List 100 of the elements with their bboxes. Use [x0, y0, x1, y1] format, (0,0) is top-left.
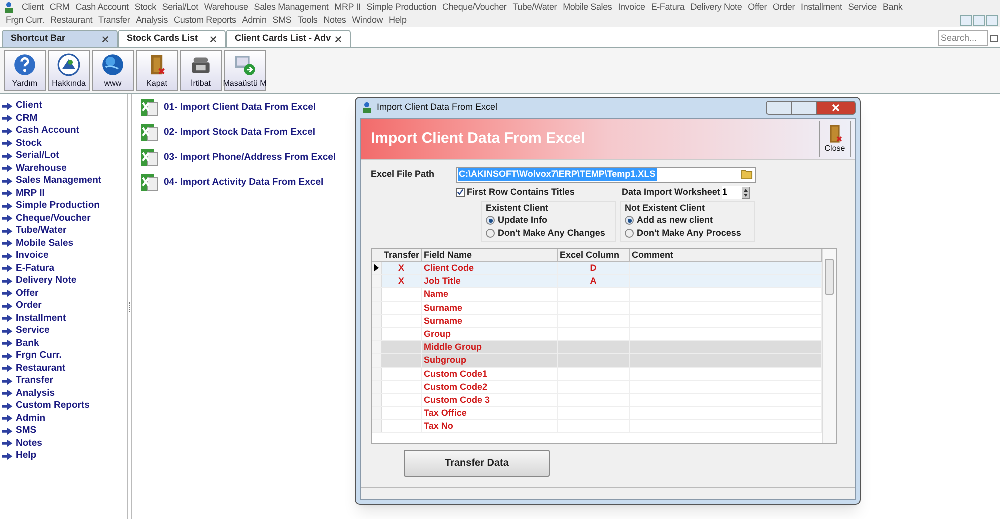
checkbox[interactable]	[456, 188, 465, 197]
worksheet-spinner[interactable]: 1	[722, 186, 750, 199]
menu-item[interactable]: SMS	[272, 14, 292, 27]
menu-item[interactable]: Warehouse	[204, 1, 248, 14]
menu-item[interactable]: Frgn Curr.	[6, 14, 45, 27]
table-row[interactable]: Tax Office	[372, 407, 822, 420]
table-row[interactable]: Surname	[372, 314, 822, 328]
sidebar-link[interactable]: Installment	[16, 312, 66, 325]
menu-item[interactable]: Restaurant	[50, 14, 93, 27]
menu-item[interactable]: Order	[773, 1, 796, 14]
table-row[interactable]: Middle Group	[372, 341, 822, 354]
table-row[interactable]: Name	[372, 288, 822, 302]
table-row[interactable]: Custom Code 3	[372, 394, 822, 408]
table-row[interactable]: Custom Code1	[372, 368, 822, 381]
radio-button[interactable]	[625, 216, 634, 225]
menu-item[interactable]: Sales Management	[254, 1, 329, 14]
menu-item[interactable]: Mobile Sales	[563, 1, 612, 14]
menu-item[interactable]: Stock	[134, 1, 156, 14]
close-icon[interactable]	[335, 36, 342, 42]
menu-item[interactable]: Invoice	[618, 1, 646, 14]
column-header[interactable]: Field Name	[422, 249, 558, 261]
menu-item[interactable]: Tube/Water	[512, 1, 558, 14]
sidebar-link[interactable]: Bank	[16, 338, 40, 350]
menu-item[interactable]: Cash Account	[76, 1, 129, 14]
sidebar-link[interactable]: E-Fatura	[16, 262, 55, 275]
menu-item[interactable]: CRM	[50, 1, 70, 14]
table-row[interactable]: X Client Code D	[372, 262, 822, 276]
sidebar-link[interactable]: Warehouse	[16, 162, 67, 175]
table-row[interactable]: Custom Code2	[372, 380, 822, 394]
row-indicator[interactable]	[372, 262, 382, 274]
menu-item[interactable]: Simple Production	[366, 1, 436, 14]
menu-item[interactable]: Cheque/Voucher	[442, 1, 507, 14]
menu-item[interactable]: Help	[389, 14, 407, 27]
tab[interactable]: Shortcut Bar	[2, 30, 118, 47]
toolbar-button[interactable]: Hakkında	[48, 50, 90, 91]
menu-item[interactable]: E-Fatura	[651, 1, 685, 14]
menu-item[interactable]: Tools	[298, 14, 318, 27]
shortcut-link[interactable]: 02- Import Stock Data From Excel	[164, 126, 316, 140]
close-icon[interactable]	[210, 36, 217, 42]
sidebar-link[interactable]: Sales Management	[16, 175, 102, 188]
menu-item[interactable]: MRP II	[334, 1, 361, 14]
sidebar-link[interactable]: Custom Reports	[16, 400, 90, 412]
maximize-button[interactable]	[792, 101, 816, 115]
radio-button[interactable]	[486, 229, 495, 238]
menu-item[interactable]: Serial/Lot	[162, 1, 198, 14]
column-header[interactable]: Transfer	[382, 249, 422, 261]
toolbar-button[interactable]: Kapat	[136, 50, 178, 91]
table-row[interactable]: X Job Title A	[372, 275, 822, 288]
sidebar-link[interactable]: Frgn Curr.	[16, 350, 62, 362]
toolbar-button[interactable]: Yardım	[4, 50, 46, 91]
sidebar-link[interactable]: Tube/Water	[16, 225, 67, 238]
menu-item[interactable]: Installment	[801, 1, 842, 14]
sidebar-link[interactable]: Mobile Sales	[16, 238, 74, 250]
shortcut-link[interactable]: 01- Import Client Data From Excel	[164, 100, 316, 116]
menu-item[interactable]: Custom Reports	[174, 14, 236, 27]
close-toolbar-button[interactable]: Close	[819, 121, 851, 157]
folder-icon[interactable]	[741, 169, 754, 180]
sidebar-link[interactable]: Invoice	[16, 250, 49, 262]
sidebar-link[interactable]: Restaurant	[16, 362, 66, 375]
radio-button[interactable]	[625, 229, 634, 238]
menu-item[interactable]: Admin	[242, 14, 267, 27]
toolbar-button[interactable]: İrtibat	[180, 50, 222, 91]
sidebar-link[interactable]: Cash Account	[16, 125, 80, 138]
shortcut-link[interactable]: 03- Import Phone/Address From Excel	[164, 150, 336, 166]
tab[interactable]: Client Cards List - Adv	[226, 30, 352, 47]
sidebar-link[interactable]: Transfer	[16, 375, 54, 388]
toolbar-button[interactable]: www	[92, 50, 134, 91]
transfer-data-button[interactable]: Transfer Data	[404, 450, 550, 477]
sidebar-link[interactable]: Stock	[16, 138, 42, 150]
sidebar-link[interactable]: Order	[16, 300, 42, 312]
close-button[interactable]	[986, 15, 998, 26]
toolbar-button[interactable]: Masaüstü M	[224, 50, 266, 91]
restore-button[interactable]	[973, 15, 985, 26]
sidebar-link[interactable]: Simple Production	[16, 200, 100, 212]
menu-item[interactable]: Client	[22, 1, 44, 14]
close-icon[interactable]	[102, 36, 109, 42]
shortcut-link[interactable]: 04- Import Activity Data From Excel	[164, 176, 324, 190]
menu-item[interactable]: Transfer	[98, 14, 130, 27]
sidebar-link[interactable]: Analysis	[16, 388, 56, 400]
sidebar-link[interactable]: MRP II	[16, 188, 45, 200]
tab[interactable]: Stock Cards List	[118, 30, 226, 47]
table-row[interactable]: Tax No	[372, 420, 822, 434]
sidebar-link[interactable]: Notes	[16, 438, 42, 450]
sidebar-link[interactable]: Client	[16, 100, 42, 112]
column-header[interactable]: Excel Column	[558, 249, 630, 261]
close-button[interactable]	[816, 101, 856, 115]
table-row[interactable]: Group	[372, 328, 822, 342]
menu-item[interactable]: Notes	[324, 14, 346, 27]
menu-item[interactable]: Window	[352, 14, 384, 27]
minimize-button[interactable]	[960, 15, 972, 26]
table-row[interactable]: Surname	[372, 302, 822, 315]
sidebar-link[interactable]: Offer	[16, 288, 39, 300]
menu-item[interactable]: Service	[848, 1, 877, 14]
radio-button[interactable]	[486, 216, 495, 225]
sidebar-link[interactable]: Help	[16, 450, 37, 462]
menu-item[interactable]: Analysis	[136, 14, 168, 27]
sidebar-link[interactable]: SMS	[16, 425, 37, 438]
sidebar-link[interactable]: CRM	[16, 112, 38, 125]
spin-arrows-icon[interactable]	[742, 186, 750, 198]
table-row[interactable]: Subgroup	[372, 354, 822, 368]
